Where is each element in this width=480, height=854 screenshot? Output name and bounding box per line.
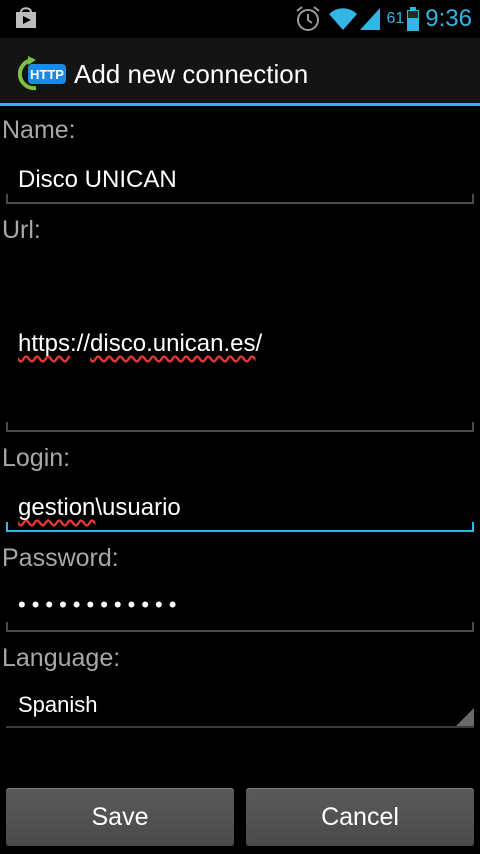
name-field[interactable]: Disco UNICAN: [6, 160, 474, 206]
language-spinner[interactable]: Spanish: [6, 688, 474, 728]
shop-bag-icon: [16, 7, 36, 28]
language-label: Language:: [2, 644, 121, 672]
url-value: https://disco.unican.es/: [18, 330, 263, 357]
password-field[interactable]: ••••••••••••: [6, 588, 474, 634]
status-bar: 61 9:36: [0, 0, 480, 38]
page-title: Add new connection: [74, 59, 309, 89]
name-label: Name:: [2, 116, 76, 144]
name-value: Disco UNICAN: [18, 166, 177, 193]
http-refresh-icon: HTTP: [18, 56, 66, 91]
login-label: Login:: [2, 444, 71, 472]
login-field[interactable]: gestion\usuario: [6, 488, 474, 534]
alarm-icon: [296, 6, 321, 31]
battery-level: 61: [386, 10, 405, 27]
action-bar: HTTP Add new connection: [0, 38, 480, 106]
spinner-arrow-icon: [456, 708, 474, 726]
save-button[interactable]: Save: [6, 788, 234, 846]
login-value: gestion\usuario: [18, 494, 181, 521]
url-label: Url:: [2, 216, 41, 244]
wifi-icon: [329, 8, 358, 30]
password-label: Password:: [2, 544, 119, 572]
language-value: Spanish: [18, 692, 98, 717]
battery-icon: [407, 7, 420, 31]
cancel-button[interactable]: Cancel: [246, 788, 474, 846]
svg-text:HTTP: HTTP: [30, 67, 64, 82]
signal-icon: [360, 8, 381, 30]
password-value: ••••••••••••: [18, 592, 183, 617]
url-field[interactable]: https://disco.unican.es/: [6, 258, 474, 434]
clock: 9:36: [425, 5, 472, 32]
